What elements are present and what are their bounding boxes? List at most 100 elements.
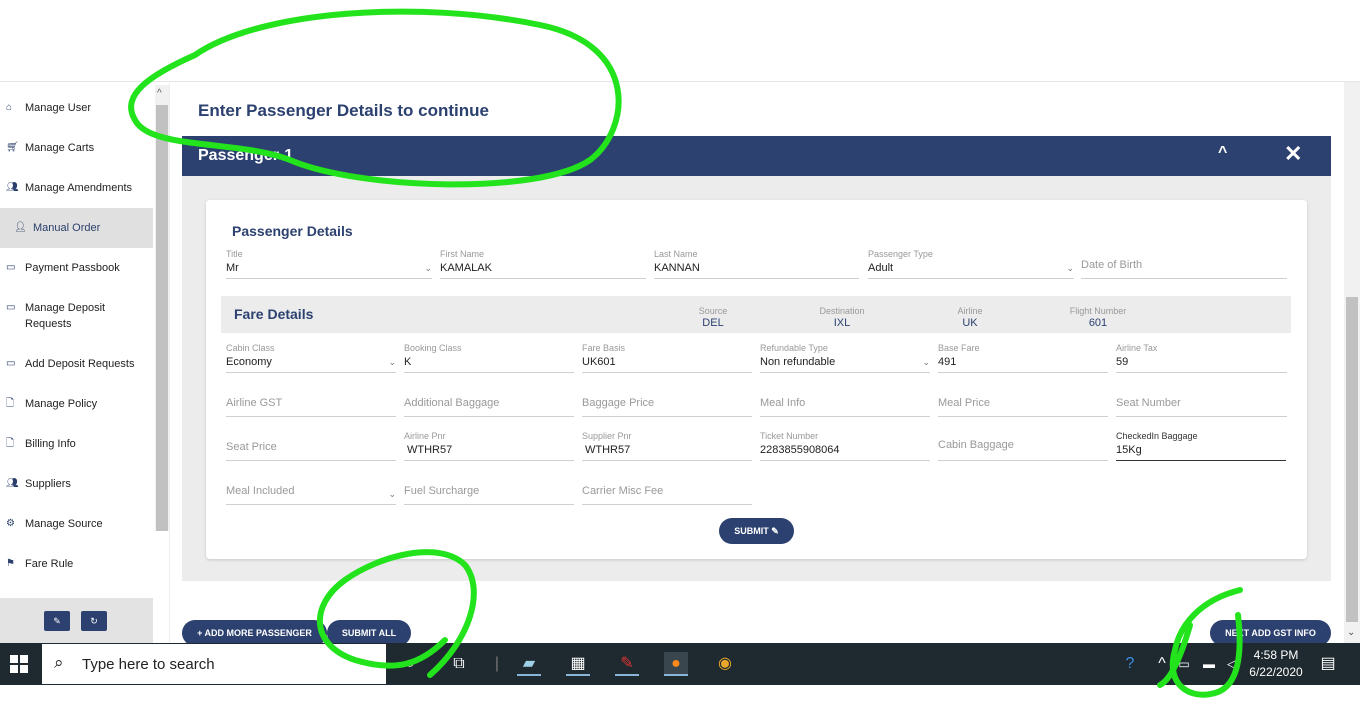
supplier-pnr-value: WTHR57 xyxy=(585,444,631,456)
last-name-value: KANNAN xyxy=(654,262,700,274)
airline-info: Airline UK xyxy=(925,306,1015,329)
airline-tax-value: 59 xyxy=(1116,356,1129,368)
meal-included-placeholder: Meal Included xyxy=(226,485,295,497)
destination-value: IXL xyxy=(833,317,851,329)
booking-class-field[interactable]: Booking Class K xyxy=(404,343,574,373)
money-icon: ▭ xyxy=(6,358,16,369)
sidebar-item-manage-amendments[interactable]: 👥︎ Manage Amendments xyxy=(0,180,153,196)
date-of-birth-field[interactable]: Date of Birth xyxy=(1081,251,1287,279)
supplier-pnr-field[interactable]: Supplier Pnr WTHR57 xyxy=(582,431,752,461)
sidebar-item-payment-passbook[interactable]: ▭ Payment Passbook xyxy=(0,260,153,276)
sidebar-item-manage-user[interactable]: ⌂ Manage User xyxy=(0,100,153,116)
title-value: Mr xyxy=(226,262,239,274)
supplier-pnr-label: Supplier Pnr xyxy=(582,431,632,441)
cabin-baggage-field[interactable]: Cabin Baggage xyxy=(938,433,1108,461)
chevron-up-icon[interactable]: ^ xyxy=(157,88,162,99)
refundable-type-select[interactable]: Refundable Type Non refundable ⌄ xyxy=(760,343,930,373)
paint-app-icon[interactable]: ✎ xyxy=(615,652,639,676)
network-icon[interactable]: ▭ xyxy=(1172,652,1196,676)
last-name-field[interactable]: Last Name KANNAN xyxy=(654,249,859,279)
sidebar-scroll-thumb[interactable] xyxy=(156,105,168,531)
fuel-surcharge-placeholder: Fuel Surcharge xyxy=(404,485,480,497)
file-icon: 🗋︎ xyxy=(6,398,15,409)
carrier-misc-fee-field[interactable]: Carrier Misc Fee xyxy=(582,477,752,505)
meal-price-placeholder: Meal Price xyxy=(938,397,990,409)
first-name-field[interactable]: First Name KAMALAK xyxy=(440,249,646,279)
meal-price-field[interactable]: Meal Price xyxy=(938,389,1108,417)
volume-icon[interactable]: ◁ xyxy=(1220,652,1244,676)
airline-gst-field[interactable]: Airline GST xyxy=(226,389,396,417)
chrome-app-icon[interactable]: ◉ xyxy=(713,652,737,676)
home-icon: ⌂ xyxy=(6,102,13,113)
base-fare-field[interactable]: Base Fare 491 xyxy=(938,343,1108,373)
destination-label: Destination xyxy=(819,306,865,316)
edit-button[interactable]: ✎ xyxy=(44,611,70,631)
title-label: Title xyxy=(226,249,243,259)
sidebar-item-billing-info[interactable]: 🗋︎ Billing Info xyxy=(0,436,153,452)
fuel-surcharge-field[interactable]: Fuel Surcharge xyxy=(404,477,574,505)
sidebar-item-manage-deposit-requests[interactable]: ▭ Manage Deposit Requests xyxy=(0,300,120,332)
notifications-icon[interactable]: ▤ xyxy=(1316,652,1340,676)
seat-number-field[interactable]: Seat Number xyxy=(1116,389,1287,417)
airline-pnr-field[interactable]: Airline Pnr WTHR57 xyxy=(404,431,574,461)
chevron-down-icon: ⌄ xyxy=(424,263,432,273)
chevron-down-icon: ⌄ xyxy=(1066,263,1074,273)
task-view-icon[interactable]: ⧉ xyxy=(447,652,471,676)
battery-icon[interactable]: ▬ xyxy=(1197,652,1221,676)
firefox-app-icon[interactable]: ● xyxy=(664,652,688,676)
taskbar-clock[interactable]: 4:58 PM 6/22/2020 xyxy=(1246,647,1306,681)
user-plus-icon: 👤︎ xyxy=(14,222,27,233)
airline-tax-field[interactable]: Airline Tax 59 xyxy=(1116,343,1287,373)
meal-info-field[interactable]: Meal Info xyxy=(760,389,930,417)
sidebar-scrollbar[interactable]: ^ xyxy=(155,85,169,531)
checkedin-baggage-field[interactable]: CheckedIn Baggage 15Kg xyxy=(1116,431,1286,461)
fare-basis-field[interactable]: Fare Basis UK601 xyxy=(582,343,752,373)
title-select[interactable]: Title Mr ⌄ xyxy=(226,249,432,279)
chevron-up-icon[interactable]: ^ xyxy=(1218,144,1227,162)
baggage-price-field[interactable]: Baggage Price xyxy=(582,389,752,417)
chevron-down-icon[interactable]: ⌄ xyxy=(1347,627,1355,638)
submit-button[interactable]: SUBMIT ✎ xyxy=(719,518,794,544)
ticket-number-field[interactable]: Ticket Number 2283855908064 xyxy=(760,431,930,461)
sidebar-item-manage-source[interactable]: ⚙︎ Manage Source xyxy=(0,516,153,532)
help-icon[interactable]: ? xyxy=(1118,652,1142,676)
calculator-app-icon[interactable]: ▦ xyxy=(566,652,590,676)
taskbar-divider: | xyxy=(494,655,500,672)
refundable-type-value: Non refundable xyxy=(760,356,836,368)
page-scrollbar[interactable]: ⌄ xyxy=(1344,82,1360,643)
cabin-class-select[interactable]: Cabin Class Economy ⌄ xyxy=(226,343,396,373)
edit-icon: ✎ xyxy=(53,616,61,626)
sidebar-item-manage-carts[interactable]: 🛒︎ Manage Carts xyxy=(0,140,153,156)
booking-class-value: K xyxy=(404,356,412,368)
notepad-app-icon[interactable]: ▰ xyxy=(517,652,541,676)
chevron-up-icon[interactable]: ^ xyxy=(1150,652,1174,676)
meal-included-select[interactable]: Meal Included ⌄ xyxy=(226,477,396,505)
sidebar-item-manage-policy[interactable]: 🗋︎ Manage Policy xyxy=(0,396,153,412)
sidebar: ⌂ Manage User 🛒︎ Manage Carts 👥︎ Manage Ame… xyxy=(0,83,170,643)
airline-pnr-label: Airline Pnr xyxy=(404,431,446,441)
flight-number-label: Flight Number xyxy=(1069,306,1127,316)
close-icon[interactable]: ✕ xyxy=(1284,142,1302,166)
sidebar-item-fare-rule[interactable]: ⚑ Fare Rule xyxy=(0,556,153,572)
windows-start-icon[interactable] xyxy=(10,655,28,673)
users-icon: 👥︎ xyxy=(6,182,19,193)
money-icon: ▭ xyxy=(6,262,16,273)
additional-baggage-field[interactable]: Additional Baggage xyxy=(404,389,574,417)
fare-basis-label: Fare Basis xyxy=(582,343,626,353)
search-icon: ⌕ xyxy=(54,653,64,672)
page-scroll-thumb[interactable] xyxy=(1346,297,1358,622)
sidebar-item-add-deposit-requests[interactable]: ▭ Add Deposit Requests xyxy=(0,356,153,372)
refresh-button[interactable]: ↻ xyxy=(81,611,107,631)
cortana-icon[interactable]: ○ xyxy=(398,652,422,676)
refresh-icon: ↻ xyxy=(90,616,98,626)
sidebar-item-suppliers[interactable]: 👥︎ Suppliers xyxy=(0,476,153,492)
seat-price-field[interactable]: Seat Price xyxy=(226,433,396,461)
source-info: Source DEL xyxy=(668,306,758,329)
passenger-type-select[interactable]: Passenger Type Adult ⌄ xyxy=(868,249,1074,279)
sidebar-item-manual-order[interactable]: 👤︎ Manual Order xyxy=(0,208,153,248)
source-value: DEL xyxy=(702,317,724,329)
passenger-type-label: Passenger Type xyxy=(868,249,933,259)
chevron-down-icon: ⌄ xyxy=(922,357,930,367)
airline-tax-label: Airline Tax xyxy=(1116,343,1158,353)
taskbar-search-box[interactable]: ⌕ Type here to search xyxy=(42,644,386,684)
